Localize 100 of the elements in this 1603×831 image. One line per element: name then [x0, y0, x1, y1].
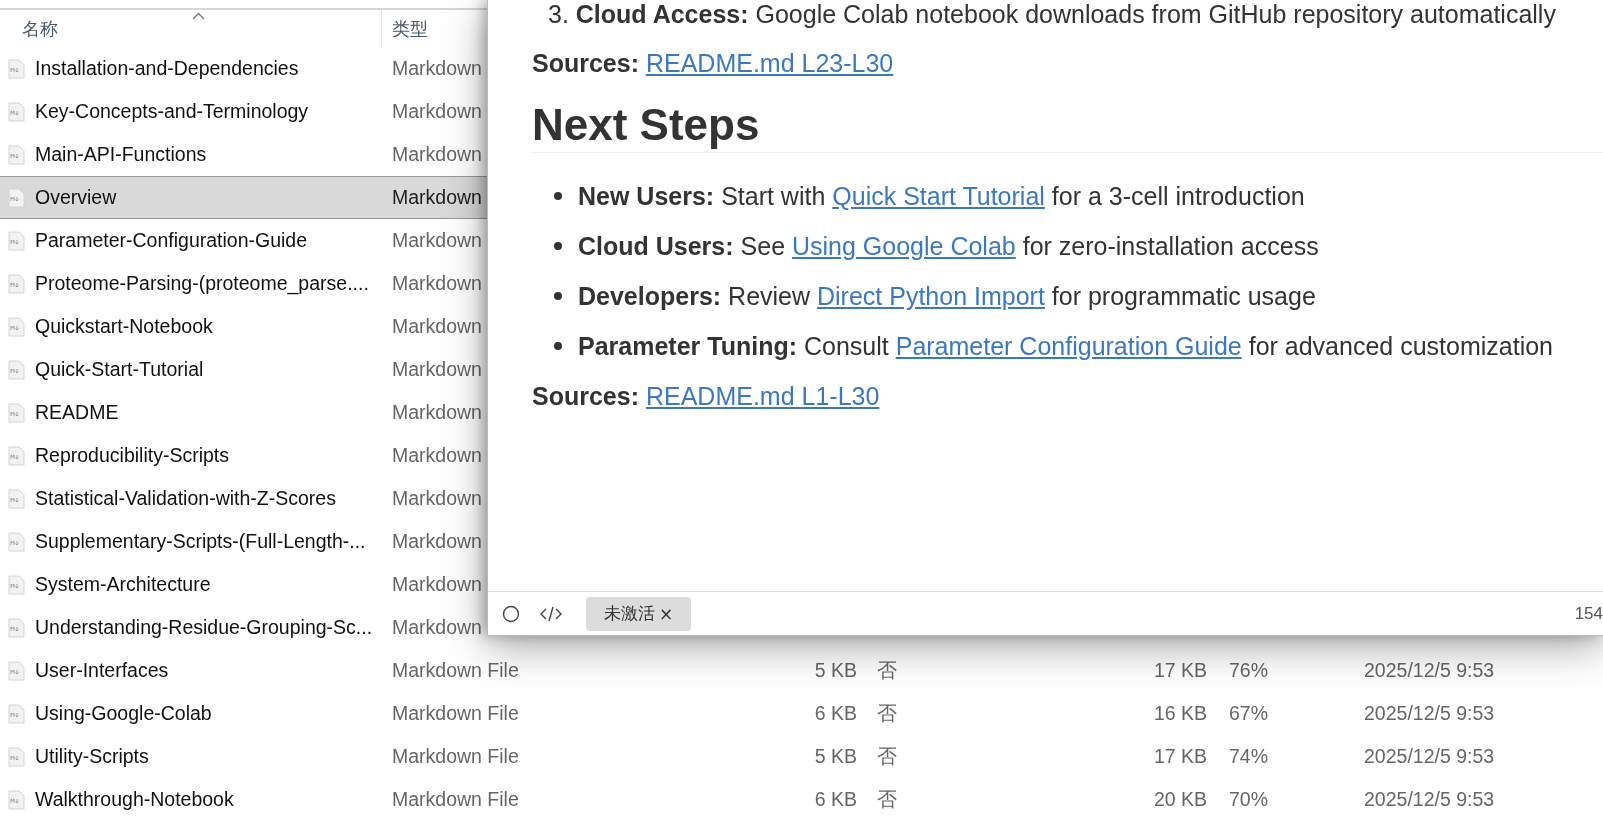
file-row[interactable]: Utility-Scripts Markdown File 5 KB 否 17 KB 74% 2025/12/5 9:53 [0, 735, 1603, 778]
table-cell-text: Markdown [391, 57, 483, 80]
table-cell-text: Markdown [391, 100, 483, 123]
list-item: New Users: Start with Quick Start Tutorial for a 3-cell introduction [578, 181, 1305, 211]
table-cell-text: Markdown [391, 444, 483, 467]
table-cell-text: 76% [1228, 659, 1270, 682]
code-icon[interactable] [540, 605, 562, 622]
table-cell-text: Markdown [391, 573, 483, 596]
doc-link[interactable]: Direct Python Import [817, 282, 1045, 310]
table-cell-text: Markdown [391, 229, 483, 252]
file-row[interactable]: Installation-and-Dependencies Markdown [0, 47, 487, 90]
file-row[interactable]: Statistical-Validation-with-Z-Scores Markdown [0, 477, 487, 520]
table-cell-text: Markdown [391, 186, 483, 209]
sources-line: Sources: README.md L1-L30 [532, 381, 880, 411]
file-icon [8, 187, 25, 208]
doc-link[interactable]: Quick Start Tutorial [832, 182, 1045, 210]
file-name: Overview [35, 186, 117, 209]
file-name: Proteome-Parsing-(proteome_parse.... [35, 272, 369, 295]
file-icon [8, 789, 25, 810]
file-icon [8, 316, 25, 337]
table-cell-text: 70% [1228, 788, 1270, 811]
source-link[interactable]: README.md L1-L30 [645, 382, 880, 410]
file-icon [8, 531, 25, 552]
table-cell-text: Markdown [391, 401, 483, 424]
table-cell-text: 17 KB [1152, 745, 1207, 768]
file-name: Walkthrough-Notebook [35, 788, 234, 811]
table-cell-text: 否 [876, 658, 898, 683]
list-item: Developers: Review Direct Python Import for programmatic usage [578, 281, 1316, 311]
column-header[interactable]: 类型 [392, 16, 428, 41]
file-row[interactable]: Using-Google-Colab Markdown File 6 KB 否 16 KB 67% 2025/12/5 9:53 [0, 692, 1603, 735]
file-row[interactable]: Parameter-Configuration-Guide Markdown [0, 219, 487, 262]
list-item: 3. Cloud Access: Google Colab notebook downloads from GitHub repository automatically [548, 0, 1557, 28]
table-cell-text: Markdown File [391, 788, 520, 811]
file-row[interactable]: Overview Markdown [0, 176, 487, 219]
file-icon [8, 230, 25, 251]
file-icon [8, 574, 25, 595]
doc-link[interactable]: Using Google Colab [792, 232, 1016, 260]
file-row[interactable]: Supplementary-Scripts-(Full-Length-... Markdown [0, 520, 487, 563]
bullet-icon [554, 342, 562, 350]
section-heading: Next Steps [532, 100, 1603, 153]
table-cell-text: Markdown File [391, 702, 520, 725]
file-name: README [35, 401, 119, 424]
doc-link[interactable]: Parameter Configuration Guide [895, 332, 1242, 360]
file-icon [8, 617, 25, 638]
file-icon [8, 58, 25, 79]
column-header[interactable]: 名称 [22, 18, 58, 39]
file-name: System-Architecture [35, 573, 211, 596]
table-cell-text: 74% [1228, 745, 1270, 768]
table-cell-text: Markdown [391, 143, 483, 166]
table-cell-text: 2025/12/5 9:53 [1363, 659, 1496, 682]
file-name: Quick-Start-Tutorial [35, 358, 204, 381]
table-cell-text: 5 KB [813, 659, 857, 682]
file-icon [8, 488, 25, 509]
bullet-icon [554, 192, 562, 200]
file-icon [8, 703, 25, 724]
file-row[interactable]: Proteome-Parsing-(proteome_parse.... Markdown [0, 262, 487, 305]
table-cell-text: 17 KB [1152, 659, 1207, 682]
table-cell-text: 20 KB [1152, 788, 1207, 811]
table-cell-text: Markdown [391, 487, 483, 510]
sources-line: Sources: README.md L23-L30 [532, 48, 894, 78]
table-cell-text: Markdown [391, 315, 483, 338]
file-name: User-Interfaces [35, 659, 169, 682]
file-icon [8, 402, 25, 423]
file-icon [8, 660, 25, 681]
file-row[interactable]: Walkthrough-Notebook Markdown File 6 KB 否 20 KB 70% 2025/12/5 9:53 [0, 778, 1603, 821]
table-cell-text: 6 KB [813, 788, 857, 811]
list-item: Parameter Tuning: Consult Parameter Configuration Guide for advanced customization [578, 331, 1554, 361]
file-row[interactable]: Reproducibility-Scripts Markdown [0, 434, 487, 477]
list-item: Cloud Users: See Using Google Colab for zero-installation access [578, 231, 1319, 261]
file-icon [8, 746, 25, 767]
file-name: Main-API-Functions [35, 143, 207, 166]
word-count: 154 [1574, 603, 1603, 624]
table-cell-text: 否 [876, 787, 898, 812]
file-row[interactable]: Understanding-Residue-Grouping-Sc... Markdown [0, 606, 487, 649]
file-icon [8, 445, 25, 466]
file-name: Statistical-Validation-with-Z-Scores [35, 487, 336, 510]
file-row[interactable]: README Markdown [0, 391, 487, 434]
file-row[interactable]: Quickstart-Notebook Markdown [0, 305, 487, 348]
table-cell-text: 2025/12/5 9:53 [1363, 745, 1496, 768]
file-icon [8, 101, 25, 122]
file-icon [8, 144, 25, 165]
file-row[interactable]: Quick-Start-Tutorial Markdown [0, 348, 487, 391]
source-link[interactable]: README.md L23-L30 [645, 49, 894, 77]
file-name: Using-Google-Colab [35, 702, 212, 725]
file-row[interactable]: System-Architecture Markdown [0, 563, 487, 606]
table-cell-text: Markdown File [391, 745, 520, 768]
file-row[interactable]: User-Interfaces Markdown File 5 KB 否 17 KB 76% 2025/12/5 9:53 [0, 649, 1603, 692]
table-cell-text: Markdown File [391, 659, 520, 682]
table-cell-text: 16 KB [1152, 702, 1207, 725]
table-cell-text: Markdown [391, 530, 483, 553]
circle-icon[interactable] [502, 604, 520, 623]
file-name: Supplementary-Scripts-(Full-Length-... [35, 530, 366, 553]
file-icon [8, 273, 25, 294]
file-row[interactable]: Main-API-Functions Markdown [0, 133, 487, 176]
file-row[interactable]: Key-Concepts-and-Terminology Markdown [0, 90, 487, 133]
table-cell-text: Markdown [391, 616, 483, 639]
table-cell-text: 6 KB [813, 702, 857, 725]
table-cell-text: 否 [876, 701, 898, 726]
status-tag[interactable]: 未激活 × [586, 596, 692, 631]
close-icon[interactable]: × [659, 603, 674, 624]
